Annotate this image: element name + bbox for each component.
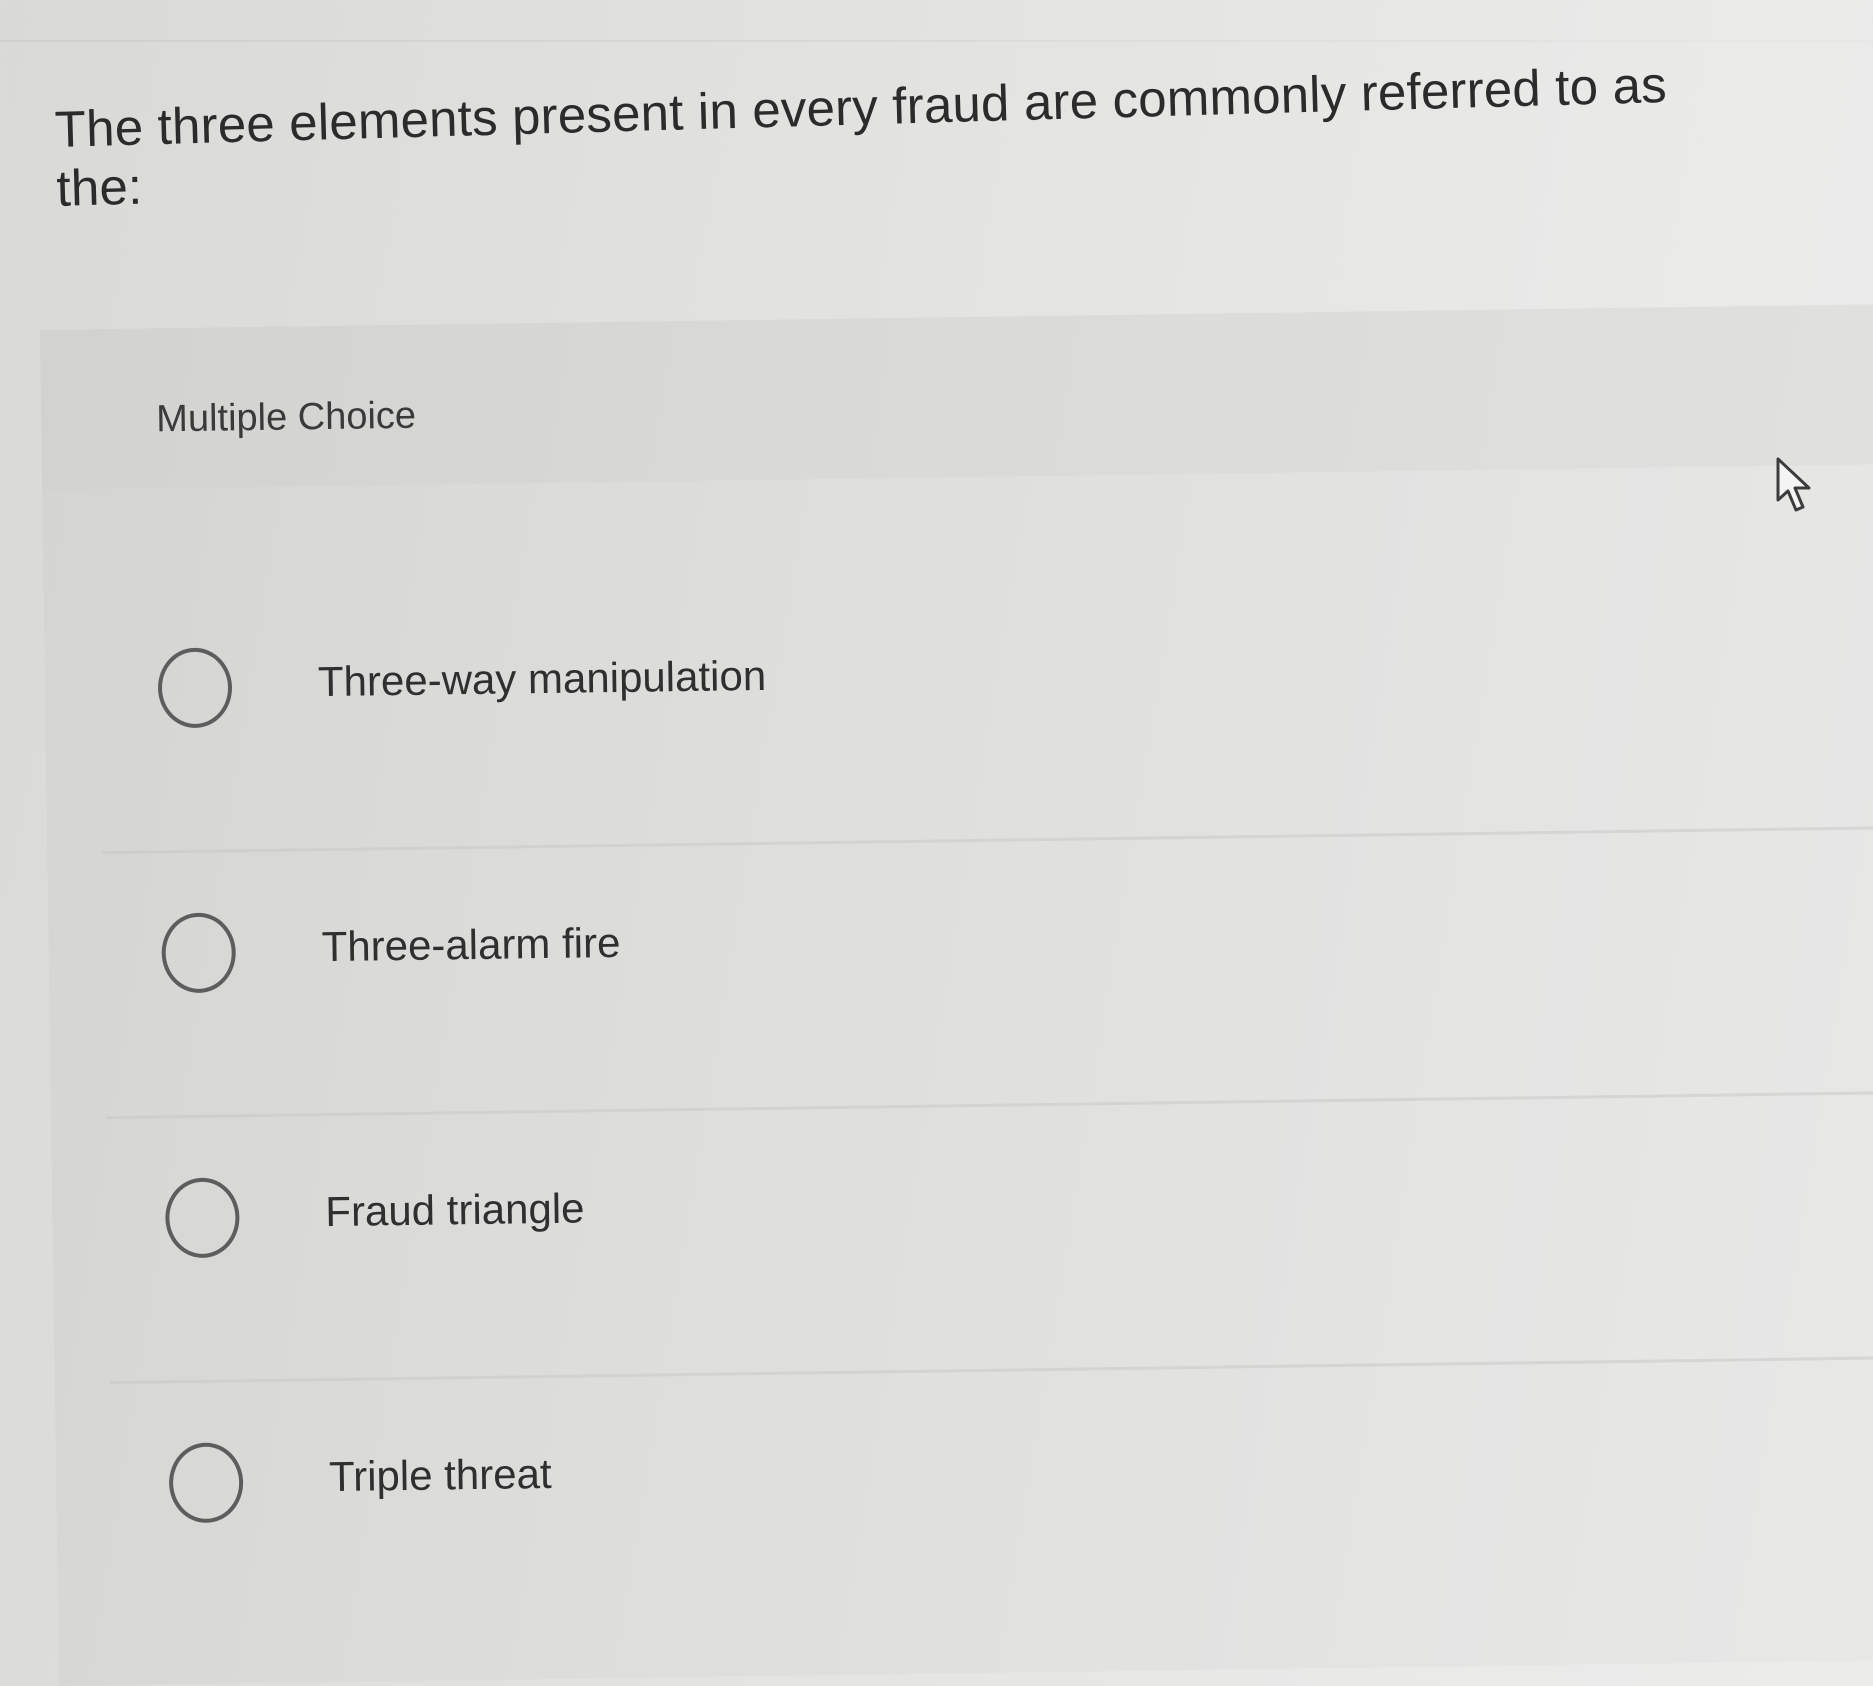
answer-option[interactable]: Triple threat [110, 1359, 1873, 1646]
answer-option-label[interactable]: Fraud triangle [325, 1184, 585, 1236]
panel-header: Multiple Choice [40, 304, 1873, 490]
answer-option-label[interactable]: Three-alarm fire [321, 919, 620, 971]
radio-button-icon[interactable] [164, 1177, 240, 1259]
answer-option[interactable]: Three-way manipulation [98, 564, 1873, 855]
question-text: The three elements present in every frau… [54, 55, 1668, 217]
page-top-edge [0, 40, 1873, 42]
answer-option-label[interactable]: Triple threat [329, 1450, 552, 1501]
radio-button-icon[interactable] [168, 1442, 244, 1524]
radio-button-icon[interactable] [157, 647, 233, 729]
radio-button-icon[interactable] [161, 912, 237, 994]
answer-option-label[interactable]: Three-way manipulation [318, 652, 767, 706]
answer-option[interactable]: Fraud triangle [106, 1094, 1873, 1385]
mouse-pointer-icon [1776, 457, 1811, 512]
answer-options: Three-way manipulation Three-alarm fire … [98, 564, 1873, 1646]
question-type-label: Multiple Choice [155, 394, 417, 441]
multiple-choice-panel: Multiple Choice Three-way manipulation T… [40, 304, 1873, 1686]
answer-option[interactable]: Three-alarm fire [102, 829, 1873, 1120]
